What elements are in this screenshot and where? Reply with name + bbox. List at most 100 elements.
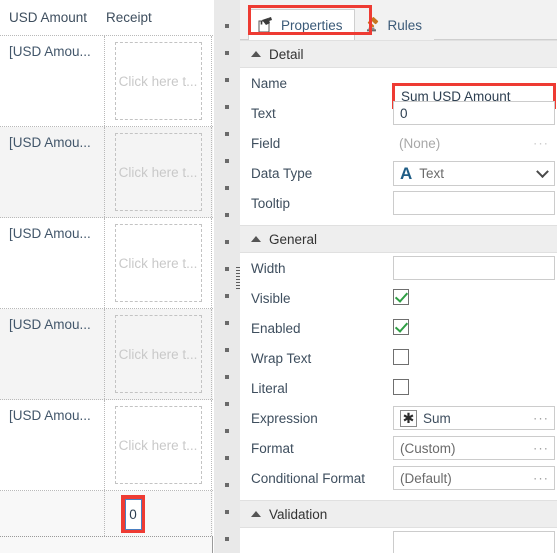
property-control: (Custom) ··· (393, 436, 555, 460)
data-type-value: Text (419, 165, 445, 181)
sum-usd-amount-control[interactable]: 0 (124, 498, 142, 530)
property-row-data-type: Data Type A Text (240, 158, 557, 188)
cell-receipt[interactable]: Click here t... (105, 36, 212, 126)
table-row[interactable]: [USD Amou... Click here t... (0, 36, 213, 127)
field-token: [USD Amou... (9, 226, 91, 241)
property-control (393, 378, 555, 398)
width-input[interactable] (393, 256, 555, 280)
section-title: Validation (269, 506, 328, 522)
table-row[interactable]: [USD Amou... Click here t... (0, 309, 213, 400)
section-header-detail[interactable]: Detail (240, 40, 557, 68)
conditional-format-ellipsis-button[interactable]: ··· (533, 472, 549, 485)
cell-usd-amount[interactable]: [USD Amou... (0, 127, 105, 217)
property-control: (None) ··· (393, 131, 555, 155)
format-input[interactable]: (Custom) (393, 436, 555, 460)
data-grid-panel: USD Amount Receipt [USD Amou... Click he… (0, 0, 213, 553)
data-type-select[interactable]: A Text (393, 160, 555, 186)
receipt-drop-zone[interactable]: Click here t... (114, 224, 202, 302)
property-label: Conditional Format (251, 470, 366, 486)
property-control (393, 256, 555, 280)
receipt-drop-zone[interactable]: Click here t... (114, 406, 202, 484)
section-title: Detail (269, 46, 304, 62)
chevron-up-icon (251, 236, 261, 242)
footer-cell-sum: 0 (105, 491, 212, 536)
tab-rules[interactable]: Rules (354, 9, 435, 40)
property-row-field: Field (None) ··· (240, 128, 557, 158)
enabled-checkbox[interactable] (393, 318, 409, 335)
property-row-width: Width (240, 253, 557, 283)
properties-hand-icon (258, 17, 272, 33)
receipt-drop-zone[interactable]: Click here t... (114, 133, 202, 211)
cell-usd-amount[interactable]: [USD Amou... (0, 309, 105, 399)
receipt-placeholder-text: Click here t... (118, 255, 198, 271)
table-row[interactable]: [USD Amou... Click here t... (0, 400, 213, 491)
field-token: [USD Amou... (9, 44, 91, 59)
tab-properties-label: Properties (281, 17, 343, 33)
tooltip-input[interactable] (393, 191, 555, 215)
splitter-dots-icon (225, 24, 229, 553)
visible-checkbox[interactable] (393, 288, 409, 305)
gavel-icon (366, 17, 378, 32)
sum-annotation-box: 0 (121, 495, 145, 533)
receipt-drop-zone[interactable]: Click here t... (114, 42, 202, 120)
property-control (393, 318, 555, 338)
wrap-text-checkbox[interactable] (393, 348, 409, 365)
property-control: A Text (393, 160, 555, 186)
expression-ellipsis-button[interactable]: ··· (533, 412, 549, 425)
panel-tabstrip: Properties Rules (240, 0, 557, 40)
property-row-tooltip: Tooltip (240, 188, 557, 218)
cell-usd-amount[interactable]: [USD Amou... (0, 400, 105, 490)
cell-receipt[interactable]: Click here t... (105, 309, 212, 399)
validation-input[interactable] (393, 531, 555, 553)
property-label: Field (251, 135, 281, 151)
receipt-placeholder-text: Click here t... (118, 73, 198, 89)
cell-receipt[interactable]: Click here t... (105, 400, 212, 490)
property-row-validation-first (240, 528, 557, 553)
cell-receipt[interactable]: Click here t... (105, 218, 212, 308)
property-control (393, 288, 555, 308)
property-control (393, 531, 555, 553)
property-label: Name (251, 75, 288, 91)
grid-footer-row: 0 (0, 491, 213, 537)
column-header-receipt[interactable]: Receipt (106, 10, 206, 25)
table-row[interactable]: [USD Amou... Click here t... (0, 127, 213, 218)
expression-value: Sum (423, 410, 451, 426)
expression-input[interactable]: ✱ Sum (393, 406, 555, 430)
property-row-format: Format (Custom) ··· (240, 433, 557, 463)
cell-usd-amount[interactable]: [USD Amou... (0, 36, 105, 126)
receipt-placeholder-text: Click here t... (118, 437, 198, 453)
application-window: USD Amount Receipt [USD Amou... Click he… (0, 0, 557, 553)
property-row-expression: Expression ✱ Sum ··· (240, 403, 557, 433)
tab-properties[interactable]: Properties (248, 9, 355, 40)
table-row[interactable]: [USD Amou... Click here t... (0, 218, 213, 309)
literal-checkbox[interactable] (393, 378, 409, 395)
grid-body: [USD Amou... Click here t... [USD Amou..… (0, 36, 213, 553)
column-header-usd-amount[interactable]: USD Amount (9, 10, 106, 25)
panel-splitter[interactable] (213, 0, 240, 553)
field-ellipsis-button[interactable]: ··· (533, 137, 549, 150)
receipt-placeholder-text: Click here t... (118, 346, 198, 362)
property-label: Expression (251, 410, 318, 426)
conditional-format-input[interactable]: (Default) (393, 466, 555, 490)
section-header-general[interactable]: General (240, 225, 557, 253)
text-input[interactable]: 0 (393, 101, 555, 125)
property-label: Wrap Text (251, 350, 312, 366)
property-label: Enabled (251, 320, 301, 336)
property-label: Visible (251, 290, 291, 306)
property-label: Format (251, 440, 294, 456)
cell-usd-amount[interactable]: [USD Amou... (0, 218, 105, 308)
format-ellipsis-button[interactable]: ··· (533, 442, 549, 455)
cell-receipt[interactable]: Click here t... (105, 127, 212, 217)
property-row-wrap-text: Wrap Text (240, 343, 557, 373)
field-value[interactable]: (None) (393, 131, 555, 155)
property-row-literal: Literal (240, 373, 557, 403)
property-row-visible: Visible (240, 283, 557, 313)
section-header-validation[interactable]: Validation (240, 500, 557, 528)
property-label: Width (251, 260, 286, 276)
field-token: [USD Amou... (9, 135, 91, 150)
text-type-A-icon: A (400, 163, 413, 183)
receipt-drop-zone[interactable]: Click here t... (114, 315, 202, 393)
property-control: 0 (393, 101, 555, 125)
property-row-name: Name Sum USD Amount (240, 68, 557, 109)
chevron-up-icon (251, 51, 261, 57)
